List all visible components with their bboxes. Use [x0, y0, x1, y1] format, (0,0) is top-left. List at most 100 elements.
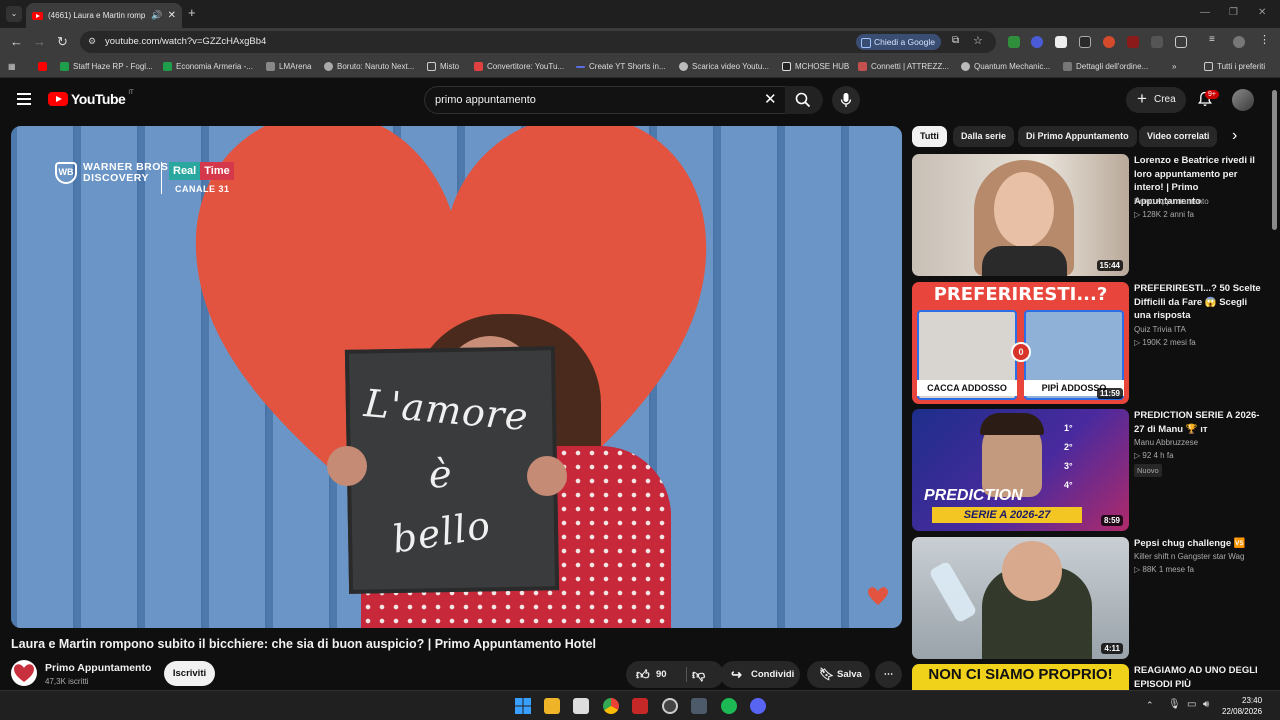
video-thumbnail[interactable]: NON CI SIAMO PROPRIO!: [912, 664, 1129, 690]
extension-icon[interactable]: [1079, 36, 1091, 48]
bookmark-item[interactable]: Boruto: Naruto Next...: [324, 62, 414, 71]
tab-search-button[interactable]: ⌄: [6, 6, 22, 22]
more-bookmarks-icon[interactable]: »: [1172, 62, 1176, 71]
search-query[interactable]: primo appuntamento: [435, 94, 536, 106]
recommended-channel[interactable]: Primo Appuntamento: [1134, 197, 1209, 206]
account-avatar[interactable]: [1232, 89, 1254, 111]
bookmark-item[interactable]: Connetti | ATTREZZ...: [858, 62, 949, 71]
bookmark-item[interactable]: Scarica video Youtu...: [679, 62, 769, 71]
chip-from-series[interactable]: Dalla serie: [953, 126, 1015, 147]
extension-icon[interactable]: [1151, 36, 1163, 48]
recommended-title[interactable]: PREDICTION SERIE A 2026-27 di Manu 🏆 ıт: [1134, 409, 1264, 436]
bookmark-item[interactable]: Convertitore: YouTu...: [474, 62, 564, 71]
thumbnail-center-badge: 0: [1011, 342, 1031, 362]
more-actions-button[interactable]: ⋯: [875, 661, 902, 688]
clear-search-icon[interactable]: ✕: [764, 92, 777, 108]
brave-shield-icon[interactable]: [1103, 36, 1115, 48]
search-button[interactable]: [785, 86, 823, 114]
apps-grid-icon[interactable]: ▦: [8, 62, 16, 71]
chrome-icon[interactable]: [603, 698, 619, 714]
video-thumbnail[interactable]: PREFERIRESTI...? CACCA ADDOSSO PIPÌ ADDO…: [912, 282, 1129, 404]
extension-icon[interactable]: [1008, 36, 1020, 48]
recommended-title[interactable]: REAGIAMO AD UNO DEGLI EPISODI PIÙ IMBARA…: [1134, 664, 1264, 690]
thumbnail-left-label: CACCA ADDOSSO: [917, 380, 1017, 396]
page-scrollbar[interactable]: [1272, 90, 1277, 230]
back-icon[interactable]: ←: [10, 34, 23, 50]
chip-all[interactable]: Tutti: [912, 126, 947, 147]
recommended-channel[interactable]: Killer shift n Gangster star Wag: [1134, 552, 1244, 561]
recommended-title[interactable]: PREFERIRESTI...? 50 Scelte Difficili da …: [1134, 282, 1264, 323]
chip-related[interactable]: Video correlati: [1139, 126, 1218, 147]
bookmark-youtube[interactable]: [38, 62, 47, 71]
save-button[interactable]: 🔖︎ Salva: [807, 661, 870, 688]
search-input[interactable]: primo appuntamento ✕: [424, 86, 786, 114]
address-bar[interactable]: ⚙ youtube.com/watch?v=GZZcHAxgBb4 Chiedi…: [80, 31, 996, 53]
like-icon[interactable]: 👍︎: [636, 661, 650, 688]
forward-icon[interactable]: →: [33, 34, 46, 50]
bookmark-item[interactable]: Dettagli dell'ordine...: [1063, 62, 1148, 71]
extension-icon[interactable]: [1127, 36, 1139, 48]
hamburger-menu-icon[interactable]: [17, 93, 31, 105]
bookmark-item[interactable]: Staff Haze RP - Fogl...: [60, 62, 153, 71]
chevron-right-icon[interactable]: ›: [1232, 128, 1237, 144]
bookmark-folder[interactable]: Misto: [427, 62, 459, 71]
chip-from-channel[interactable]: Di Primo Appuntamento: [1018, 126, 1137, 147]
video-player[interactable]: L'amore è bello WB WARNER BROS. DISCOVER…: [11, 126, 902, 628]
bookmark-star-icon[interactable]: ☆: [973, 34, 983, 47]
extension-icon[interactable]: [1031, 36, 1043, 48]
volume-icon[interactable]: 🔊︎: [1203, 699, 1209, 710]
recommended-video[interactable]: NON CI SIAMO PROPRIO! REAGIAMO AD UNO DE…: [912, 664, 1270, 690]
extensions-puzzle-icon[interactable]: [1175, 36, 1187, 48]
recommended-channel[interactable]: Quiz Trivia ITA: [1134, 325, 1186, 334]
voice-search-button[interactable]: [832, 86, 860, 114]
dislike-icon[interactable]: 👎︎: [692, 661, 705, 688]
kebab-menu-icon[interactable]: ⋮: [1259, 33, 1271, 46]
reading-list-icon[interactable]: ≡: [1209, 34, 1221, 46]
windows-start-icon[interactable]: [515, 698, 531, 714]
share-button[interactable]: ↪ Condividi: [720, 661, 800, 688]
bookmark-item[interactable]: Create YT Shorts in...: [576, 62, 666, 71]
like-count[interactable]: 90: [656, 661, 667, 688]
recommended-title[interactable]: Pepsi chug challenge 🆚: [1134, 537, 1264, 551]
discord-icon[interactable]: [750, 698, 766, 714]
url-text[interactable]: youtube.com/watch?v=GZZcHAxgBb4: [105, 36, 266, 47]
site-info-icon[interactable]: ⚙: [88, 36, 96, 47]
video-thumbnail[interactable]: 4:11: [912, 537, 1129, 659]
app-icon[interactable]: [632, 698, 648, 714]
close-tab-icon[interactable]: ✕: [168, 10, 176, 21]
bookmark-item[interactable]: MCHOSE HUB: [782, 62, 849, 71]
browser-tab[interactable]: (4661) Laura e Martin romp 🔊 ✕: [26, 3, 182, 28]
reload-icon[interactable]: ↻: [57, 34, 68, 50]
speaker-icon[interactable]: 🔊: [151, 10, 162, 21]
install-icon[interactable]: ⧉: [952, 35, 959, 46]
video-thumbnail[interactable]: 1° 2° 3° 4° PREDICTION SERIE A 2026-27 8:59: [912, 409, 1129, 531]
restore-icon[interactable]: ❐: [1229, 7, 1238, 18]
microphone-tray-icon[interactable]: 🎙︎: [1168, 699, 1181, 710]
extension-icon[interactable]: [1055, 36, 1067, 48]
close-window-icon[interactable]: ✕: [1258, 7, 1266, 18]
microsoft-store-icon[interactable]: [573, 698, 589, 714]
channel-avatar[interactable]: [11, 660, 37, 686]
all-bookmarks-folder[interactable]: Tutti i preferiti: [1204, 62, 1265, 71]
create-button[interactable]: Crea: [1126, 86, 1186, 113]
bookmark-item[interactable]: LMArena: [266, 62, 311, 71]
minimize-icon[interactable]: —: [1200, 7, 1210, 18]
spotify-icon[interactable]: [721, 698, 737, 714]
video-thumbnail[interactable]: 15:44: [912, 154, 1129, 276]
network-icon[interactable]: ▭: [1187, 699, 1196, 710]
subscribe-button[interactable]: Iscriviti: [164, 661, 215, 686]
bookmark-item[interactable]: Quantum Mechanic...: [961, 62, 1050, 71]
recommended-channel[interactable]: Manu Abbruzzese: [1134, 438, 1198, 447]
channel-name[interactable]: Primo Appuntamento: [45, 662, 151, 674]
ask-google-button[interactable]: Chiedi a Google: [856, 34, 941, 50]
app-icon[interactable]: [662, 698, 678, 714]
new-tab-button[interactable]: +: [188, 6, 196, 20]
profile-avatar[interactable]: [1233, 36, 1245, 48]
youtube-logo[interactable]: YouTube IT: [48, 90, 134, 107]
chevron-up-icon[interactable]: ⌃: [1146, 700, 1154, 711]
steam-icon[interactable]: [691, 698, 707, 714]
thumbnail-headline: NON CI SIAMO PROPRIO!: [928, 666, 1113, 683]
file-explorer-icon[interactable]: [544, 698, 560, 714]
system-clock[interactable]: 23:40 22/08/2026: [1222, 695, 1262, 717]
bookmark-item[interactable]: Economia Armeria -...: [163, 62, 253, 71]
